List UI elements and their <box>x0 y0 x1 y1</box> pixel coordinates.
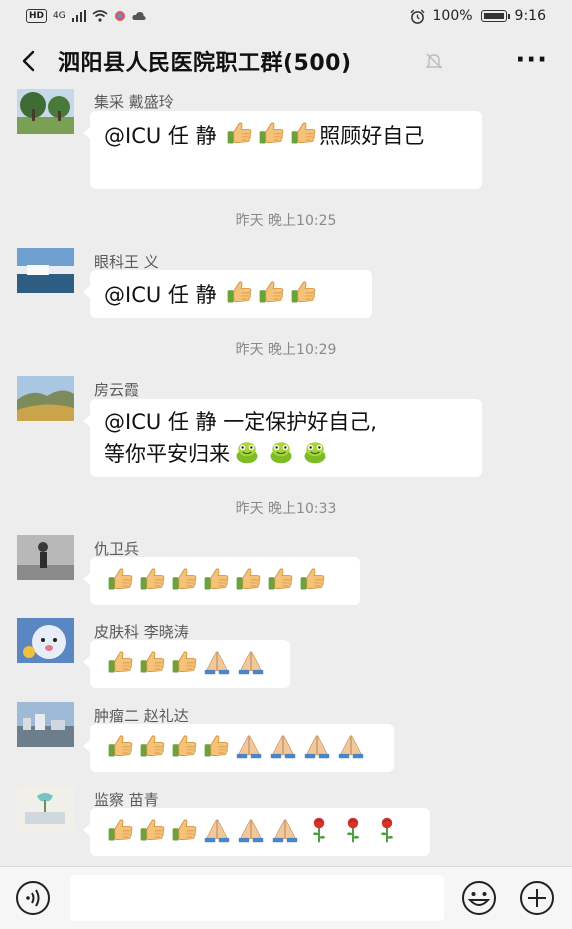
message-text: @ICU 任 静 <box>104 124 224 148</box>
app-notification-icon <box>114 11 125 21</box>
alarm-icon <box>409 8 425 24</box>
praying-hands-emojis <box>232 732 368 768</box>
sender-name: 监察 苗青 <box>94 791 159 809</box>
message-text: 照顾好自己 <box>319 124 425 148</box>
back-arrow-icon[interactable] <box>16 46 42 76</box>
network-type: 4G <box>53 11 66 21</box>
thumbs-up-emojis <box>104 816 200 852</box>
avatar[interactable] <box>17 376 74 421</box>
avatar[interactable] <box>17 89 74 134</box>
message-bubble[interactable] <box>83 557 360 605</box>
wifi-icon <box>92 10 108 22</box>
thumbs-up-emojis <box>223 119 319 155</box>
praying-hands-emojis <box>200 816 302 852</box>
avatar[interactable] <box>17 786 74 831</box>
message-bubble[interactable] <box>83 808 430 856</box>
sender-name: 肿瘤二 赵礼达 <box>94 707 189 725</box>
message-text: @ICU 任 静 一定保护好自己, <box>104 410 377 434</box>
message-bubble[interactable]: @ICU 任 静 <box>83 270 372 318</box>
rose-emojis <box>302 816 404 852</box>
sender-name: 集采 戴盛玲 <box>94 93 174 111</box>
emoji-icon[interactable] <box>460 879 498 917</box>
thumbs-up-emojis <box>223 278 319 314</box>
sender-name: 眼科王 义 <box>94 253 159 271</box>
sender-name: 皮肤科 李晓涛 <box>94 623 189 641</box>
mute-bell-icon <box>425 53 443 69</box>
status-bar: HD 4G 100% 9:16 <box>0 0 572 34</box>
clock: 9:16 <box>514 8 546 24</box>
avatar[interactable] <box>17 535 74 580</box>
cloud-icon <box>132 11 146 20</box>
plus-icon[interactable] <box>518 879 556 917</box>
timestamp: 昨天 晚上10:33 <box>235 501 337 517</box>
hd-indicator: HD <box>26 9 48 23</box>
input-bar <box>0 866 572 929</box>
chat-title: 泗阳县人民医院职工群(500) <box>58 51 352 76</box>
timestamp: 昨天 晚上10:29 <box>235 342 337 358</box>
message-text: @ICU 任 静 <box>104 283 224 307</box>
chat-header: 泗阳县人民医院职工群(500) ··· <box>0 34 572 88</box>
battery-icon <box>480 10 510 22</box>
frog-emojis <box>230 437 332 473</box>
thumbs-up-emojis <box>104 648 200 684</box>
sender-name: 仇卫兵 <box>94 540 140 558</box>
thumbs-up-emojis <box>104 732 232 768</box>
message-bubble[interactable] <box>83 640 290 688</box>
praying-hands-emojis <box>200 648 268 684</box>
timestamp: 昨天 晚上10:25 <box>235 213 337 229</box>
thumbs-up-emojis <box>104 565 328 601</box>
sender-name: 房云霞 <box>94 381 140 399</box>
more-options-button[interactable]: ··· <box>515 47 548 73</box>
message-input[interactable] <box>70 875 444 921</box>
signal-icon <box>71 10 86 22</box>
avatar[interactable] <box>17 618 74 663</box>
message-bubble[interactable]: @ICU 任 静 一定保护好自己, 等你平安归来 <box>83 399 482 477</box>
message-bubble[interactable] <box>83 724 394 772</box>
battery-percent: 100% <box>432 8 473 24</box>
avatar[interactable] <box>17 702 74 747</box>
voice-input-icon[interactable] <box>14 879 52 917</box>
message-bubble[interactable]: @ICU 任 静 照顾好自己 <box>83 111 482 189</box>
message-text: 等你平安归来 <box>104 442 230 466</box>
avatar[interactable] <box>17 248 74 293</box>
